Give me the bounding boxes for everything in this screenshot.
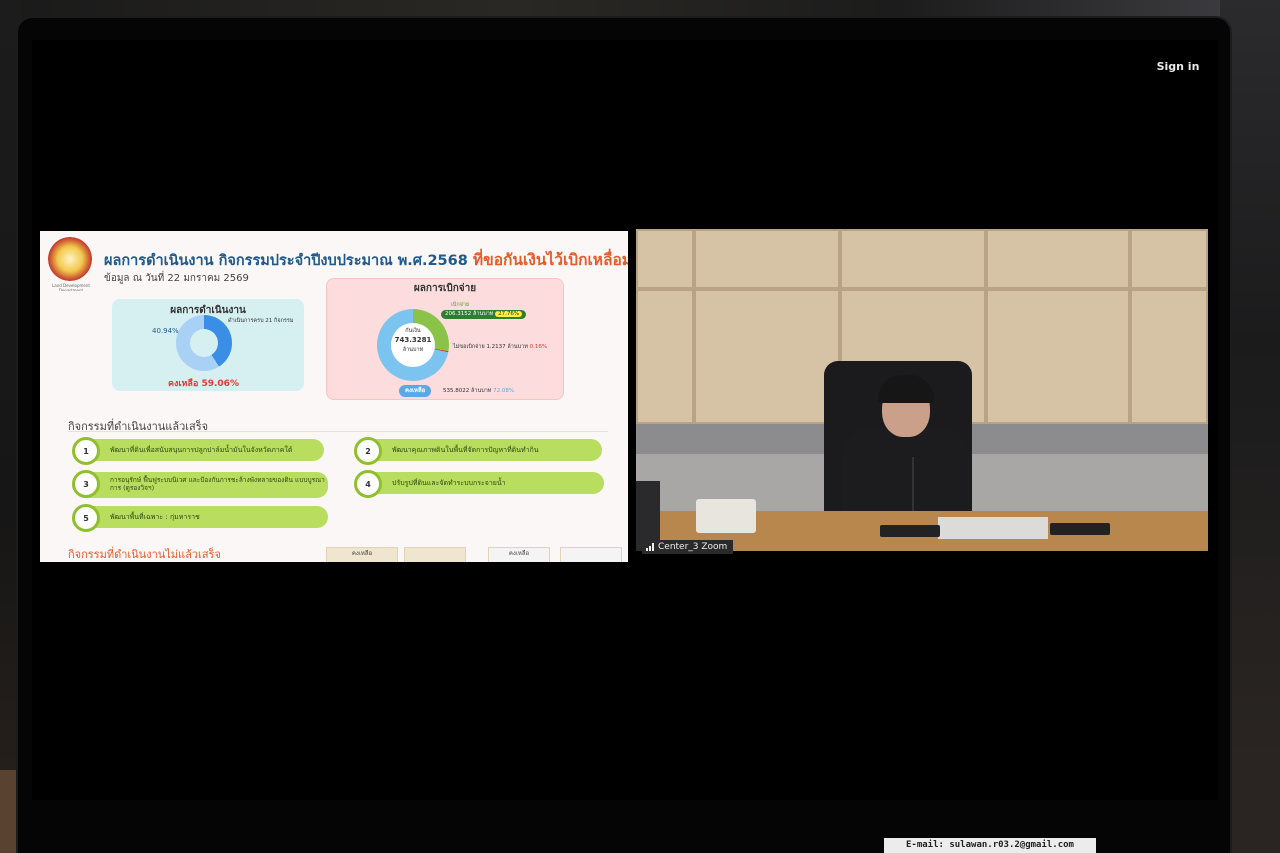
section-divider (68, 431, 608, 432)
performance-card: ผลการดำเนินงาน 40.94% ดำเนินการครบ 21 กิ… (112, 299, 304, 391)
wall-panel (1130, 229, 1208, 289)
bottom-tab: คงเหลือ (326, 547, 398, 562)
disbursement-center-label: กันเงิน (405, 328, 421, 334)
remain-row: 535.8022 ล้านบาท 72.08% (443, 387, 514, 395)
disbursement-center: กันเงิน 743.3281 ล้านบาท (391, 327, 435, 354)
email-sticker: E-mail: sulawan.r03.2@gmail.com (884, 838, 1096, 853)
remain-value: 535.8022 ล้านบาท (443, 388, 492, 394)
not-completed-header: กิจกรรมที่ดำเนินงานไม่แล้วเสร็จ (68, 548, 221, 561)
sign-in-button[interactable]: Sign in (1148, 60, 1208, 73)
completed-header: กิจกรรมที่ดำเนินงานแล้วเสร็จ (68, 420, 209, 433)
wall-panel (636, 229, 694, 289)
participant-name: Center_3 Zoom (658, 542, 728, 552)
performance-remaining: คงเหลือ 59.06% (168, 379, 239, 389)
logo-caption: Land Development Department (52, 283, 90, 291)
disbursement-center-unit: ล้านบาท (402, 346, 424, 353)
bottom-tab (404, 547, 466, 562)
activity-text: การอนุรักษ์ ฟื้นฟูระบบนิเวศ และป้องกันกา… (110, 476, 325, 492)
spent-value: 206.3152 ล้านบาท (445, 311, 494, 317)
wall-panel (636, 289, 694, 424)
wall-panel (986, 289, 1130, 424)
activity-number: 2 (354, 437, 382, 465)
slide-subtitle: ข้อมูล ณ วันที่ 22 มกราคม 2569 (104, 273, 249, 284)
spent-pct: 27.76% (495, 311, 523, 317)
spent-label: เบิกจ่าย (451, 302, 470, 308)
wall-panel (1130, 289, 1208, 424)
participant-video[interactable] (636, 229, 1208, 551)
disbursement-center-value: 743.3281 (394, 336, 432, 345)
activity-text: พัฒนาคุณภาพดินในพื้นที่จัดการปัญหาที่ดิน… (392, 445, 539, 454)
activity-number: 1 (72, 437, 100, 465)
disbursement-card: ผลการเบิกจ่าย กันเงิน 743.3281 ล้านบาท เ… (326, 278, 564, 400)
wall-panel (694, 289, 840, 424)
activity-item: 2 พัฒนาคุณภาพดินในพื้นที่จัดการปัญหาที่ด… (354, 437, 602, 465)
activity-item: 5 พัฒนาพื้นที่เฉพาะ : กุ่มหาราช (72, 504, 328, 532)
activity-text: ปรับรูปที่ดินและจัดทำระบบกระจายน้ำ (392, 478, 506, 487)
slide-title-main: ผลการดำเนินงาน กิจกรรมประจำปีงบประมาณ พ.… (104, 253, 468, 269)
participant-name-tag: Center_3 Zoom (642, 540, 734, 554)
disbursement-title: ผลการเบิกจ่าย (413, 283, 477, 294)
activity-item: 1 พัฒนาที่ดินเพื่อสนับสนุนการปลูกปาล์มน้… (72, 437, 324, 465)
activity-number: 5 (72, 504, 100, 532)
pending-pct: 0.16% (529, 344, 548, 350)
performance-done-pct: 40.94% (152, 327, 179, 335)
spent-badge: 206.3152 ล้านบาท 27.76% (441, 310, 527, 319)
desk-tablet (1050, 523, 1110, 535)
remain-pct: 72.08% (493, 388, 515, 394)
wall-panel (840, 229, 986, 289)
slide-title: ผลการดำเนินงาน กิจกรรมประจำปีงบประมาณ พ.… (104, 247, 628, 272)
pending-value: ไม่ขอเบิกจ่าย 1.2137 ล้านบาท (453, 344, 528, 350)
ldd-logo-icon (48, 237, 92, 281)
performance-note: ดำเนินการครบ 21 กิจกรรม (228, 318, 294, 324)
activity-text: พัฒนาที่ดินเพื่อสนับสนุนการปลูกปาล์มน้ำม… (110, 445, 293, 454)
bottom-tab: คงเหลือ (488, 547, 550, 562)
activity-item: 4 ปรับรูปที่ดินและจัดทำระบบกระจายน้ำ (354, 470, 604, 498)
activity-item: 3 การอนุรักษ์ ฟื้นฟูระบบนิเวศ และป้องกัน… (72, 470, 328, 498)
microphone-base (880, 525, 940, 537)
shared-screen-slide: Land Development Department ผลการดำเนินง… (40, 231, 628, 562)
desk-paper (938, 517, 1048, 539)
slide-title-highlight: ที่ขอกันเงินไว้เบิกเหลื่อมปี (472, 251, 628, 269)
bottom-tab (560, 547, 622, 562)
activity-number: 4 (354, 470, 382, 498)
activity-text: พัฒนาพื้นที่เฉพาะ : กุ่มหาราช (110, 512, 200, 521)
pending-row: ไม่ขอเบิกจ่าย 1.2137 ล้านบาท 0.16% (453, 343, 547, 351)
wall-panel (986, 229, 1130, 289)
signal-bars-icon (646, 543, 654, 551)
performance-donut (176, 315, 232, 371)
desk-items (696, 499, 756, 533)
remain-pill: คงเหลือ (399, 385, 432, 397)
wall-panel (694, 229, 840, 289)
activity-number: 3 (72, 470, 100, 498)
